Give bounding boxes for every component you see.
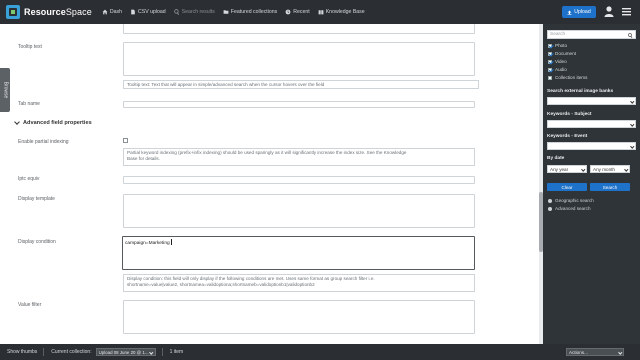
search-plus-icon: [548, 206, 552, 211]
value-filter-label: Value filter: [18, 302, 42, 308]
chevron-down-icon: [14, 119, 20, 125]
resourcespace-logo-icon: [6, 5, 20, 19]
globe-icon: [548, 198, 552, 203]
year-select[interactable]: Any year: [547, 165, 587, 173]
chevron-down-icon: [580, 166, 585, 171]
nav-recent[interactable]: Recent: [285, 9, 310, 15]
advanced-field-properties-toggle[interactable]: Advanced field properties: [14, 119, 92, 126]
book-icon: [318, 10, 324, 15]
collection-bar: Show thumbs Current collection: Upload 0…: [0, 344, 640, 360]
resource-type-collection-items[interactable]: Collection items: [548, 75, 587, 80]
clear-button[interactable]: Clear: [547, 183, 587, 191]
simple-search-input[interactable]: Search: [547, 30, 636, 39]
logo[interactable]: ResourceSpace: [6, 5, 92, 19]
iptc-equiv-input[interactable]: [123, 176, 475, 184]
search-button[interactable]: Search: [590, 183, 630, 191]
value-filter-textarea[interactable]: [123, 300, 475, 334]
chevron-down-icon: [149, 349, 154, 354]
nav-knowledge-base[interactable]: Knowledge Base: [318, 9, 365, 15]
nav-dash[interactable]: Dash: [102, 9, 122, 15]
clock-icon: [285, 9, 291, 15]
hamburger-menu-icon[interactable]: [622, 7, 631, 16]
upload-icon: [567, 10, 572, 15]
actions-select[interactable]: Actions...: [566, 348, 624, 356]
chevron-down-icon: [623, 166, 628, 171]
partial-indexing-checkbox[interactable]: [123, 138, 128, 143]
folder-icon: [223, 10, 229, 14]
logo-text: ResourceSpace: [24, 7, 92, 17]
divider: [43, 348, 45, 356]
nav-search-results[interactable]: Search results: [173, 9, 215, 15]
current-collection-select[interactable]: Upload 08 June 20 @ 1...: [95, 348, 156, 356]
month-select[interactable]: Any month: [590, 165, 630, 173]
tooltip-text-textarea[interactable]: [123, 42, 475, 76]
document-checkbox[interactable]: [548, 51, 552, 56]
collection-items-checkbox[interactable]: [548, 75, 552, 80]
iptc-equiv-label: Iptc equiv: [18, 176, 40, 182]
by-date-heading: By date: [547, 156, 565, 161]
divider: [161, 348, 163, 356]
upload-button[interactable]: Upload: [562, 6, 596, 18]
display-condition-value: campaign=Marketing: [125, 239, 172, 246]
external-banks-heading: Search external image banks: [547, 89, 614, 94]
partial-indexing-help: Partial keyword indexing (prefix+infix i…: [123, 148, 475, 166]
photo-checkbox[interactable]: [548, 43, 552, 48]
tab-name-select[interactable]: [123, 101, 475, 108]
tab-name-label: Tab name: [18, 101, 40, 107]
external-banks-select[interactable]: [547, 97, 636, 105]
display-condition-help: Display condition: this field will only …: [123, 274, 475, 292]
chevron-down-icon: [629, 143, 634, 148]
search-icon: [173, 9, 179, 15]
tooltip-text-help: Tooltip text: Text that will appear in s…: [123, 80, 479, 89]
home-icon: [102, 9, 108, 15]
csv-upload-icon: [131, 9, 135, 15]
top-header: ResourceSpace Dash CSV upload Search res…: [0, 0, 640, 24]
field-edit-form: Tooltip text Tooltip text: Text that wil…: [11, 24, 539, 344]
keywords-event-select[interactable]: [547, 142, 636, 150]
display-condition-label: Display condition: [18, 239, 56, 245]
display-template-textarea[interactable]: [123, 194, 475, 228]
chevron-down-icon: [617, 349, 622, 354]
display-template-label: Display template: [18, 196, 55, 202]
video-checkbox[interactable]: [548, 59, 552, 64]
partial-indexing-label: Enable partial indexing: [18, 139, 69, 145]
nav-csv-upload[interactable]: CSV upload: [130, 9, 166, 15]
user-icon[interactable]: [604, 6, 614, 17]
audio-checkbox[interactable]: [548, 67, 552, 72]
main-nav: Dash CSV upload Search results Featured …: [102, 9, 373, 15]
resource-type-audio[interactable]: Audio: [548, 67, 567, 72]
browse-tab[interactable]: Browse: [0, 68, 10, 112]
keywords-subject-select[interactable]: [547, 120, 636, 128]
text-cursor: [170, 239, 172, 245]
current-collection-label: Current collection:: [51, 349, 92, 355]
resource-type-photo[interactable]: Photo: [548, 43, 567, 48]
keywords-subject-heading: Keywords - Subject: [547, 112, 592, 117]
search-panel: Search Photo Document Video Audio Collec…: [543, 24, 640, 344]
keywords-event-heading: Keywords - Event: [547, 134, 588, 139]
search-icon[interactable]: [628, 32, 633, 38]
tooltip-text-label: Tooltip text: [18, 44, 42, 50]
display-condition-textarea[interactable]: campaign=Marketing: [122, 236, 475, 270]
show-thumbs-link[interactable]: Show thumbs: [7, 349, 37, 355]
chevron-down-icon: [629, 98, 634, 103]
chevron-down-icon: [629, 121, 634, 126]
geographic-search-link[interactable]: Geographic search: [548, 198, 594, 203]
previous-field-textarea[interactable]: [123, 24, 475, 34]
resource-type-document[interactable]: Document: [548, 51, 576, 56]
resource-type-video[interactable]: Video: [548, 59, 567, 64]
advanced-search-link[interactable]: Advanced search: [548, 206, 591, 211]
nav-featured-collections[interactable]: Featured collections: [223, 9, 277, 15]
item-count: 1 item: [169, 349, 184, 355]
